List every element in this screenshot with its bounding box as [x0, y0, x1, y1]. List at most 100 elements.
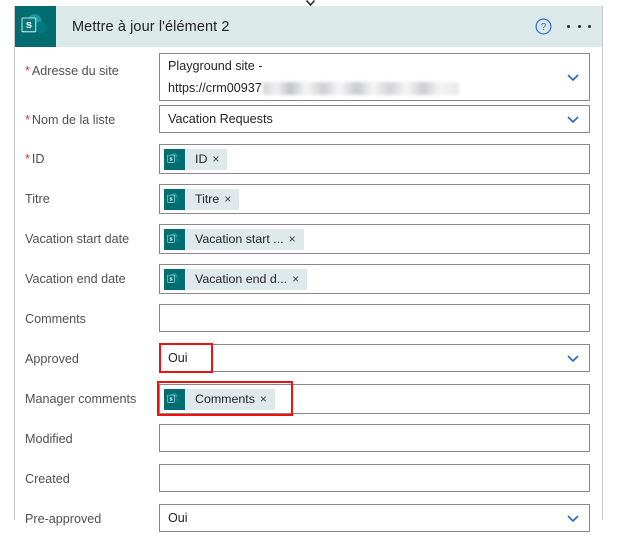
form-row-site-address: * Adresse du site Playground site - https… [15, 47, 602, 101]
field-label: Approved [15, 338, 159, 367]
field-label: Comments [15, 298, 159, 327]
field-label: Created [15, 458, 159, 487]
field-label: * Nom de la liste [15, 99, 159, 128]
token-label: Vacation start ... [195, 231, 284, 246]
card-title: Mettre à jour l'élément 2 [72, 18, 230, 35]
close-icon[interactable]: × [212, 149, 227, 170]
token-label: ID [195, 151, 208, 166]
form-row-comments: Comments [15, 298, 602, 338]
comments-input[interactable] [159, 304, 590, 332]
svg-text:s: s [170, 196, 173, 202]
header-actions: ? [535, 6, 592, 47]
required-asterisk: * [25, 152, 30, 166]
site-address-line2: https://crm00937 [160, 77, 589, 99]
field-label-text: Vacation end date [25, 272, 126, 286]
modified-input[interactable] [159, 424, 590, 452]
field-label-text: Comments [25, 312, 86, 326]
token-label: Comments [195, 391, 255, 406]
sharepoint-icon: s [164, 388, 185, 410]
svg-text:s: s [170, 236, 173, 242]
chevron-down-icon[interactable] [565, 69, 581, 85]
flow-action-card-screen: s Mettre à jour l'élément 2 ? * Adresse … [0, 0, 617, 532]
created-input[interactable] [159, 464, 590, 492]
form-row-created: Created [15, 458, 602, 498]
dynamic-token[interactable]: s Titre × [164, 188, 240, 210]
action-form: * Adresse du site Playground site - https… [15, 47, 602, 538]
svg-text:s: s [170, 276, 173, 282]
field-control [159, 298, 602, 332]
vacation-start-date-token-field[interactable]: s Vacation start ... × [159, 224, 590, 254]
list-name-value: Vacation Requests [168, 112, 273, 126]
field-label: Titre [15, 178, 159, 207]
required-asterisk: * [25, 64, 30, 78]
form-row-manager-comments: Manager comments s Comments × [15, 378, 602, 418]
field-label: Vacation start date [15, 218, 159, 247]
svg-text:s: s [26, 19, 32, 31]
help-circle-icon[interactable]: ? [535, 18, 552, 35]
field-control: s Vacation start ... × [159, 218, 602, 254]
dynamic-token[interactable]: s Vacation start ... × [164, 228, 304, 250]
form-row-pre-approved: Pre-approved Oui [15, 498, 602, 538]
approved-dropdown[interactable]: Oui [159, 344, 590, 372]
field-control: Oui [159, 338, 602, 373]
chevron-down-icon[interactable] [565, 111, 581, 127]
id-token-field[interactable]: s ID × [159, 144, 590, 174]
field-label: Vacation end date [15, 258, 159, 287]
token-label: Titre [195, 191, 220, 206]
card-header: s Mettre à jour l'élément 2 ? [15, 6, 602, 47]
site-address-dropdown[interactable]: Playground site - https://crm00937 [159, 53, 590, 101]
field-label: * ID [15, 138, 159, 167]
close-icon[interactable]: × [292, 269, 307, 290]
field-label-text: Titre [25, 192, 50, 206]
field-control [159, 418, 602, 452]
form-row-list-name: * Nom de la liste Vacation Requests [15, 99, 602, 138]
field-control: s Titre × [159, 178, 602, 214]
form-row-modified: Modified [15, 418, 602, 458]
pre-approved-dropdown[interactable]: Oui [159, 504, 590, 532]
token-label: Vacation end d... [195, 271, 288, 286]
field-label-text: Vacation start date [25, 232, 130, 246]
dynamic-token[interactable]: s Comments × [164, 388, 275, 410]
close-icon[interactable]: × [224, 189, 239, 210]
form-row-title: Titre s Titre × [15, 178, 602, 218]
chevron-down-icon[interactable] [565, 350, 581, 366]
field-label-text: Created [25, 472, 70, 486]
field-label-text: Modified [25, 432, 73, 446]
sharepoint-icon: s [164, 228, 185, 250]
form-row-id: * ID s ID × [15, 138, 602, 178]
dynamic-token[interactable]: s ID × [164, 148, 228, 170]
approved-value: Oui [168, 351, 188, 365]
vacation-end-date-token-field[interactable]: s Vacation end d... × [159, 264, 590, 294]
form-row-vacation-start-date: Vacation start date s Vacation start ...… [15, 218, 602, 258]
field-label: * Adresse du site [15, 47, 159, 79]
field-label-text: Pre-approved [25, 512, 102, 526]
field-control: Vacation Requests [159, 99, 602, 133]
action-card: s Mettre à jour l'élément 2 ? * Adresse … [14, 6, 603, 532]
field-control: Oui [159, 498, 602, 532]
site-address-line1: Playground site - [168, 59, 263, 73]
chevron-down-icon[interactable] [565, 510, 581, 526]
field-control: s Comments × [157, 378, 602, 416]
field-control: s ID × [159, 138, 602, 174]
close-icon[interactable]: × [260, 389, 275, 410]
manager-comments-token-field[interactable]: s Comments × [159, 384, 590, 414]
field-label: Pre-approved [15, 498, 159, 527]
field-control [159, 458, 602, 492]
field-control: Playground site - https://crm00937 [159, 47, 602, 101]
title-token-field[interactable]: s Titre × [159, 184, 590, 214]
field-label-text: Nom de la liste [31, 113, 116, 127]
field-label: Manager comments [15, 378, 159, 407]
close-icon[interactable]: × [289, 229, 304, 250]
field-label-text: Approved [25, 352, 79, 366]
ellipsis-icon[interactable] [566, 18, 592, 35]
dynamic-token[interactable]: s Vacation end d... × [164, 268, 308, 290]
svg-text:?: ? [541, 22, 547, 33]
required-asterisk: * [25, 113, 30, 127]
list-name-dropdown[interactable]: Vacation Requests [159, 105, 590, 133]
svg-text:s: s [170, 396, 173, 402]
field-label-text: ID [31, 152, 45, 166]
field-label: Modified [15, 418, 159, 447]
sharepoint-icon: s [164, 268, 185, 290]
sharepoint-icon: s [15, 6, 56, 47]
form-row-approved: Approved Oui [15, 338, 602, 378]
